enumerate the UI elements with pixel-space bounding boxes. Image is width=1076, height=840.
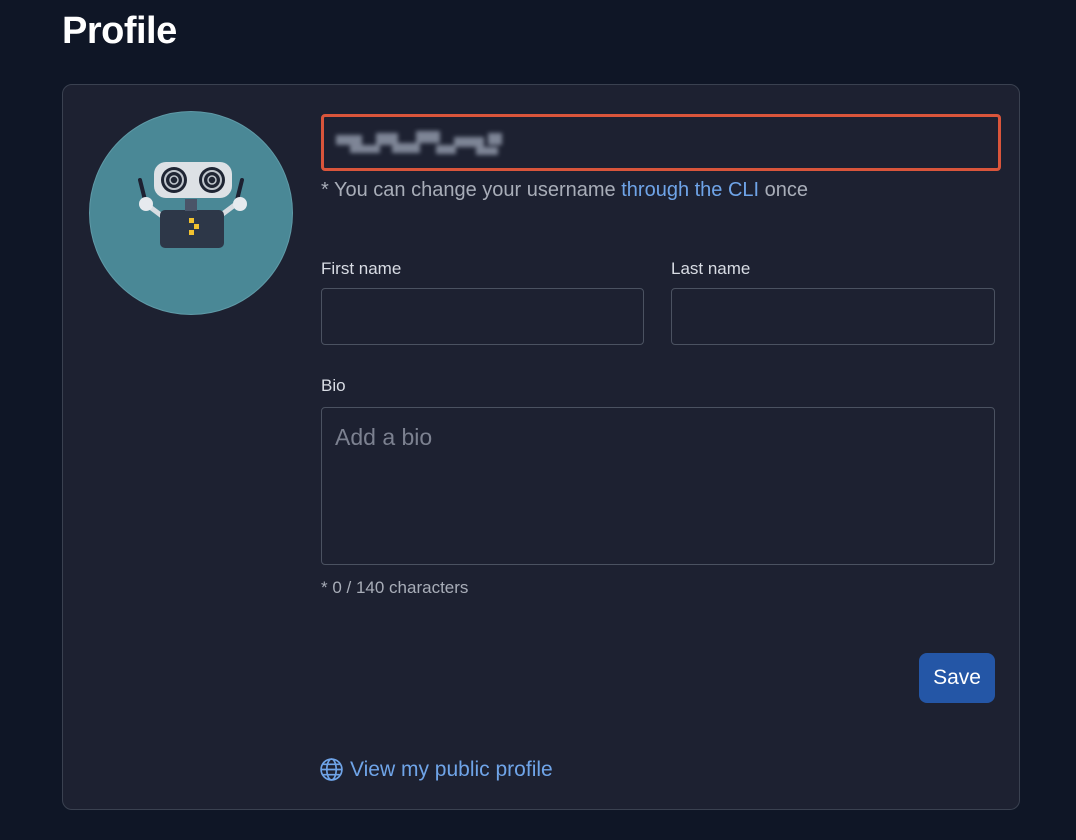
first-name-label: First name — [321, 259, 402, 278]
robot-avatar-icon — [138, 162, 247, 248]
view-public-profile-link[interactable]: View my public profile — [319, 757, 553, 782]
last-name-field[interactable] — [671, 288, 995, 345]
bio-label: Bio — [321, 376, 346, 395]
bio-field[interactable] — [321, 407, 995, 565]
cli-link[interactable]: through the CLI — [621, 179, 759, 201]
username-redacted — [336, 129, 506, 159]
globe-icon — [320, 758, 343, 781]
view-public-profile-label: View my public profile — [350, 757, 553, 781]
username-field[interactable] — [321, 114, 1001, 171]
last-name-label: Last name — [671, 259, 751, 278]
page-title: Profile — [62, 10, 177, 52]
first-name-field[interactable] — [321, 288, 644, 345]
bio-char-count: * 0 / 140 characters — [321, 578, 469, 597]
username-hint-suffix: once — [764, 179, 809, 201]
save-button[interactable]: Save — [919, 653, 995, 703]
avatar — [89, 111, 293, 315]
profile-card: * You can change your username through t… — [62, 84, 1020, 810]
username-hint-prefix: * You can change your username — [321, 179, 616, 201]
username-hint: * You can change your username through t… — [321, 179, 808, 202]
